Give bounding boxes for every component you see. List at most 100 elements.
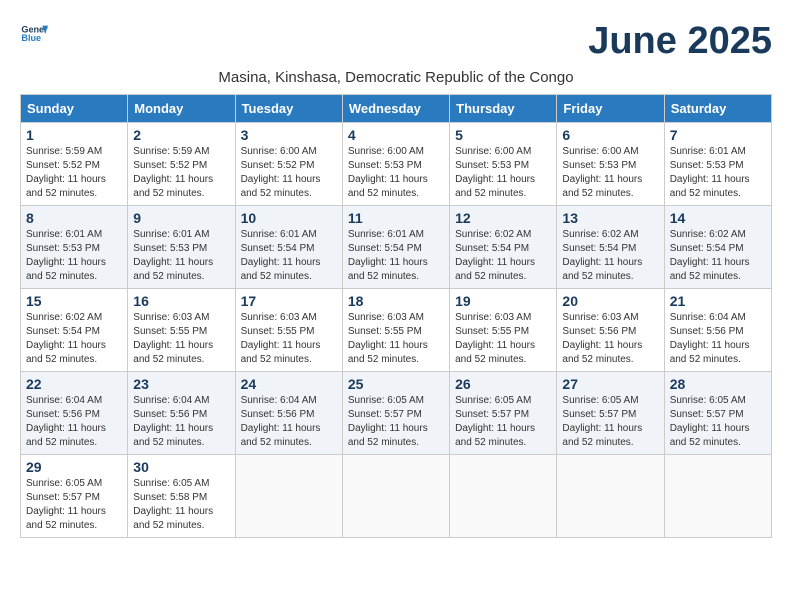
day-info: Sunrise: 6:02 AM Sunset: 5:54 PM Dayligh… <box>670 228 766 284</box>
calendar-cell: 2 Sunrise: 5:59 AM Sunset: 5:52 PM Dayli… <box>128 123 235 206</box>
day-number: 26 <box>455 376 551 392</box>
calendar-cell: 12 Sunrise: 6:02 AM Sunset: 5:54 PM Dayl… <box>450 206 557 289</box>
logo: General Blue <box>20 20 48 48</box>
calendar-cell: 1 Sunrise: 5:59 AM Sunset: 5:52 PM Dayli… <box>21 123 128 206</box>
calendar-cell: 29 Sunrise: 6:05 AM Sunset: 5:57 PM Dayl… <box>21 455 128 538</box>
calendar-cell: 11 Sunrise: 6:01 AM Sunset: 5:54 PM Dayl… <box>342 206 449 289</box>
day-info: Sunrise: 6:03 AM Sunset: 5:55 PM Dayligh… <box>348 311 444 367</box>
day-info: Sunrise: 6:05 AM Sunset: 5:58 PM Dayligh… <box>133 477 229 533</box>
calendar-cell: 27 Sunrise: 6:05 AM Sunset: 5:57 PM Dayl… <box>557 372 664 455</box>
day-of-week-header: Sunday <box>21 95 128 123</box>
day-number: 19 <box>455 293 551 309</box>
day-number: 5 <box>455 127 551 143</box>
calendar-cell: 13 Sunrise: 6:02 AM Sunset: 5:54 PM Dayl… <box>557 206 664 289</box>
calendar-cell <box>342 455 449 538</box>
day-info: Sunrise: 6:00 AM Sunset: 5:53 PM Dayligh… <box>455 145 551 201</box>
calendar-cell: 16 Sunrise: 6:03 AM Sunset: 5:55 PM Dayl… <box>128 289 235 372</box>
calendar-cell: 7 Sunrise: 6:01 AM Sunset: 5:53 PM Dayli… <box>664 123 771 206</box>
calendar-cell: 26 Sunrise: 6:05 AM Sunset: 5:57 PM Dayl… <box>450 372 557 455</box>
calendar-cell: 28 Sunrise: 6:05 AM Sunset: 5:57 PM Dayl… <box>664 372 771 455</box>
day-number: 7 <box>670 127 766 143</box>
calendar-cell: 4 Sunrise: 6:00 AM Sunset: 5:53 PM Dayli… <box>342 123 449 206</box>
day-info: Sunrise: 6:05 AM Sunset: 5:57 PM Dayligh… <box>348 394 444 450</box>
day-of-week-header: Tuesday <box>235 95 342 123</box>
day-number: 13 <box>562 210 658 226</box>
day-info: Sunrise: 6:02 AM Sunset: 5:54 PM Dayligh… <box>562 228 658 284</box>
day-info: Sunrise: 6:00 AM Sunset: 5:53 PM Dayligh… <box>562 145 658 201</box>
day-info: Sunrise: 6:02 AM Sunset: 5:54 PM Dayligh… <box>26 311 122 367</box>
day-info: Sunrise: 6:01 AM Sunset: 5:53 PM Dayligh… <box>26 228 122 284</box>
day-number: 27 <box>562 376 658 392</box>
day-of-week-header: Saturday <box>664 95 771 123</box>
month-title: June 2025 <box>588 20 772 63</box>
day-of-week-header: Friday <box>557 95 664 123</box>
day-info: Sunrise: 6:03 AM Sunset: 5:55 PM Dayligh… <box>455 311 551 367</box>
calendar-cell: 3 Sunrise: 6:00 AM Sunset: 5:52 PM Dayli… <box>235 123 342 206</box>
calendar-cell: 18 Sunrise: 6:03 AM Sunset: 5:55 PM Dayl… <box>342 289 449 372</box>
day-info: Sunrise: 6:04 AM Sunset: 5:56 PM Dayligh… <box>26 394 122 450</box>
subtitle: Masina, Kinshasa, Democratic Republic of… <box>20 69 772 86</box>
day-number: 16 <box>133 293 229 309</box>
calendar: SundayMondayTuesdayWednesdayThursdayFrid… <box>20 94 772 538</box>
day-of-week-header: Monday <box>128 95 235 123</box>
calendar-cell: 19 Sunrise: 6:03 AM Sunset: 5:55 PM Dayl… <box>450 289 557 372</box>
day-number: 6 <box>562 127 658 143</box>
day-info: Sunrise: 6:01 AM Sunset: 5:54 PM Dayligh… <box>241 228 337 284</box>
logo-icon: General Blue <box>20 20 48 48</box>
calendar-cell: 20 Sunrise: 6:03 AM Sunset: 5:56 PM Dayl… <box>557 289 664 372</box>
day-info: Sunrise: 6:05 AM Sunset: 5:57 PM Dayligh… <box>670 394 766 450</box>
calendar-cell <box>664 455 771 538</box>
day-info: Sunrise: 6:03 AM Sunset: 5:56 PM Dayligh… <box>562 311 658 367</box>
day-of-week-header: Wednesday <box>342 95 449 123</box>
calendar-cell: 6 Sunrise: 6:00 AM Sunset: 5:53 PM Dayli… <box>557 123 664 206</box>
day-number: 23 <box>133 376 229 392</box>
calendar-cell: 21 Sunrise: 6:04 AM Sunset: 5:56 PM Dayl… <box>664 289 771 372</box>
day-number: 11 <box>348 210 444 226</box>
calendar-cell: 5 Sunrise: 6:00 AM Sunset: 5:53 PM Dayli… <box>450 123 557 206</box>
calendar-cell <box>557 455 664 538</box>
day-number: 14 <box>670 210 766 226</box>
day-number: 10 <box>241 210 337 226</box>
day-info: Sunrise: 6:01 AM Sunset: 5:54 PM Dayligh… <box>348 228 444 284</box>
day-number: 21 <box>670 293 766 309</box>
calendar-cell: 30 Sunrise: 6:05 AM Sunset: 5:58 PM Dayl… <box>128 455 235 538</box>
day-info: Sunrise: 6:03 AM Sunset: 5:55 PM Dayligh… <box>241 311 337 367</box>
day-info: Sunrise: 6:04 AM Sunset: 5:56 PM Dayligh… <box>670 311 766 367</box>
day-info: Sunrise: 6:01 AM Sunset: 5:53 PM Dayligh… <box>133 228 229 284</box>
day-number: 9 <box>133 210 229 226</box>
calendar-cell: 24 Sunrise: 6:04 AM Sunset: 5:56 PM Dayl… <box>235 372 342 455</box>
day-info: Sunrise: 6:00 AM Sunset: 5:52 PM Dayligh… <box>241 145 337 201</box>
day-info: Sunrise: 6:00 AM Sunset: 5:53 PM Dayligh… <box>348 145 444 201</box>
calendar-cell <box>235 455 342 538</box>
calendar-cell: 8 Sunrise: 6:01 AM Sunset: 5:53 PM Dayli… <box>21 206 128 289</box>
calendar-cell: 25 Sunrise: 6:05 AM Sunset: 5:57 PM Dayl… <box>342 372 449 455</box>
calendar-cell: 17 Sunrise: 6:03 AM Sunset: 5:55 PM Dayl… <box>235 289 342 372</box>
svg-text:Blue: Blue <box>21 33 41 43</box>
day-number: 29 <box>26 459 122 475</box>
day-info: Sunrise: 6:04 AM Sunset: 5:56 PM Dayligh… <box>133 394 229 450</box>
day-number: 3 <box>241 127 337 143</box>
day-number: 24 <box>241 376 337 392</box>
day-number: 12 <box>455 210 551 226</box>
calendar-cell: 9 Sunrise: 6:01 AM Sunset: 5:53 PM Dayli… <box>128 206 235 289</box>
day-info: Sunrise: 6:05 AM Sunset: 5:57 PM Dayligh… <box>26 477 122 533</box>
day-number: 1 <box>26 127 122 143</box>
day-info: Sunrise: 5:59 AM Sunset: 5:52 PM Dayligh… <box>26 145 122 201</box>
day-number: 18 <box>348 293 444 309</box>
day-info: Sunrise: 5:59 AM Sunset: 5:52 PM Dayligh… <box>133 145 229 201</box>
calendar-cell: 15 Sunrise: 6:02 AM Sunset: 5:54 PM Dayl… <box>21 289 128 372</box>
calendar-cell: 10 Sunrise: 6:01 AM Sunset: 5:54 PM Dayl… <box>235 206 342 289</box>
day-number: 22 <box>26 376 122 392</box>
day-number: 28 <box>670 376 766 392</box>
day-number: 20 <box>562 293 658 309</box>
day-number: 4 <box>348 127 444 143</box>
day-number: 30 <box>133 459 229 475</box>
day-number: 25 <box>348 376 444 392</box>
day-info: Sunrise: 6:05 AM Sunset: 5:57 PM Dayligh… <box>562 394 658 450</box>
day-number: 17 <box>241 293 337 309</box>
day-number: 2 <box>133 127 229 143</box>
day-info: Sunrise: 6:01 AM Sunset: 5:53 PM Dayligh… <box>670 145 766 201</box>
day-number: 8 <box>26 210 122 226</box>
day-info: Sunrise: 6:05 AM Sunset: 5:57 PM Dayligh… <box>455 394 551 450</box>
day-info: Sunrise: 6:02 AM Sunset: 5:54 PM Dayligh… <box>455 228 551 284</box>
